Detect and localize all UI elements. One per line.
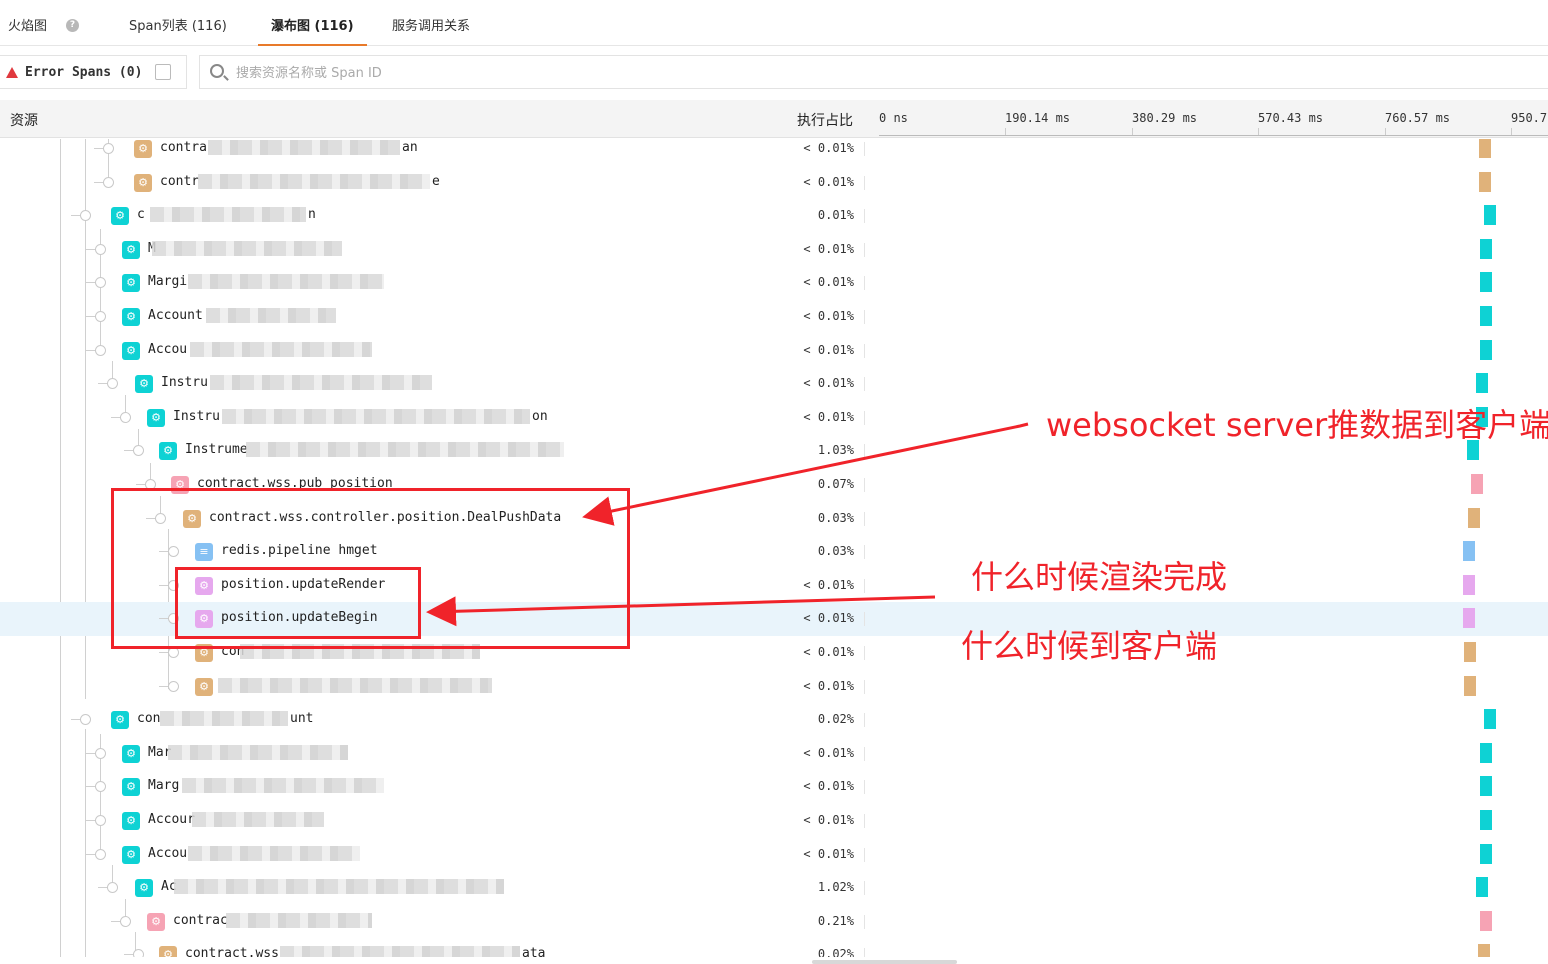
arrow-to-push-data (582, 422, 1029, 526)
annotation-arrows (426, 422, 1029, 627)
annotation-push: websocket server推数据到客户端 (1046, 406, 1548, 444)
horizontal-scrollbar[interactable] (812, 960, 957, 964)
annotation-render: 什么时候渲染完成 (971, 558, 1228, 596)
annotation-arrive: 什么时候到客户端 (961, 627, 1218, 665)
arrow-to-update-begin (426, 595, 936, 627)
